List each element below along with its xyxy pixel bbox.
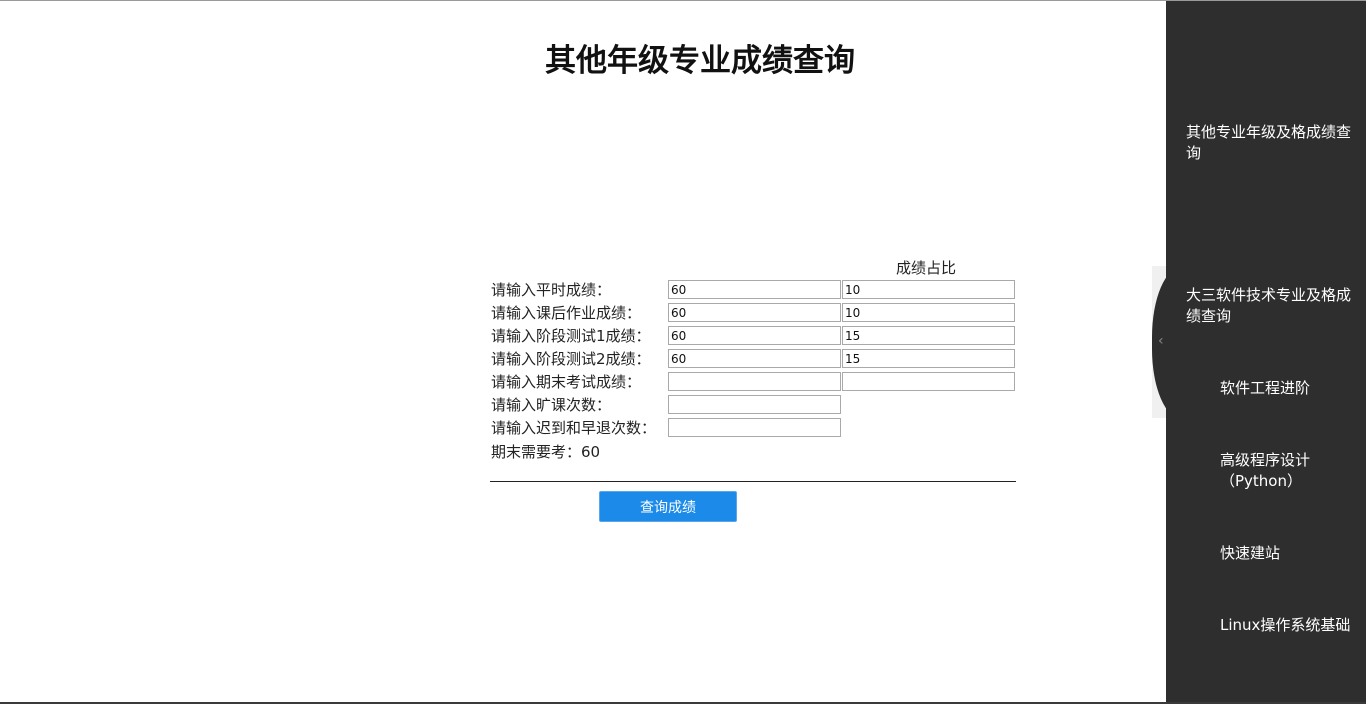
form-row-absence: 请输入旷课次数：	[490, 395, 1018, 416]
absence-count-label: 请输入旷课次数：	[491, 396, 612, 414]
final-ratio-input[interactable]	[842, 372, 1015, 391]
final-score-input[interactable]	[668, 372, 841, 391]
final-needed-score: 期末需要考：60	[491, 443, 601, 461]
final-score-label: 请输入期末考试成绩：	[491, 373, 642, 391]
query-score-button[interactable]: 查询成绩	[599, 491, 737, 522]
form-row-test2: 请输入阶段测试2成绩：	[490, 349, 1018, 370]
homework-score-input[interactable]	[668, 303, 841, 322]
chevron-left-icon: ‹	[1158, 333, 1164, 349]
test2-score-input[interactable]	[668, 349, 841, 368]
homework-score-label: 请输入课后作业成绩：	[491, 304, 642, 322]
late-early-count-label: 请输入迟到和早退次数：	[491, 419, 657, 437]
page-title: 其他年级专业成绩查询	[545, 43, 855, 79]
form-row-final: 请输入期末考试成绩：	[490, 372, 1018, 393]
regular-score-input[interactable]	[668, 280, 841, 299]
test2-ratio-input[interactable]	[842, 349, 1015, 368]
main-content: 其他年级专业成绩查询 成绩占比 请输入平时成绩： 请输入课后作业成绩： 请输入阶…	[0, 1, 1166, 702]
sidebar-item-quick-site[interactable]: 快速建站	[1220, 543, 1356, 564]
ratio-column-header: 成绩占比	[896, 259, 957, 277]
form-row-late: 请输入迟到和早退次数：	[490, 418, 1018, 439]
absence-count-input[interactable]	[668, 395, 841, 414]
sidebar-item-other-majors[interactable]: 其他专业年级及格成绩查询	[1186, 122, 1354, 164]
sidebar: ‹ 其他专业年级及格成绩查询 大三软件技术专业及格成绩查询 软件工程进阶 高级程…	[1152, 1, 1366, 702]
form-row-regular: 请输入平时成绩：	[490, 280, 1018, 301]
sidebar-item-junior-software[interactable]: 大三软件技术专业及格成绩查询	[1186, 285, 1354, 327]
test1-score-input[interactable]	[668, 326, 841, 345]
form-row-test1: 请输入阶段测试1成绩：	[490, 326, 1018, 347]
sidebar-item-linux[interactable]: Linux操作系统基础	[1220, 615, 1356, 636]
form-row-homework: 请输入课后作业成绩：	[490, 303, 1018, 324]
form-divider	[490, 481, 1016, 482]
sidebar-item-software-engineering[interactable]: 软件工程进阶	[1220, 378, 1356, 399]
test1-ratio-input[interactable]	[842, 326, 1015, 345]
sidebar-item-python[interactable]: 高级程序设计（Python）	[1220, 450, 1356, 492]
regular-score-label: 请输入平时成绩：	[491, 281, 612, 299]
late-early-count-input[interactable]	[668, 418, 841, 437]
regular-ratio-input[interactable]	[842, 280, 1015, 299]
homework-ratio-input[interactable]	[842, 303, 1015, 322]
test1-score-label: 请输入阶段测试1成绩：	[491, 327, 651, 345]
test2-score-label: 请输入阶段测试2成绩：	[491, 350, 651, 368]
